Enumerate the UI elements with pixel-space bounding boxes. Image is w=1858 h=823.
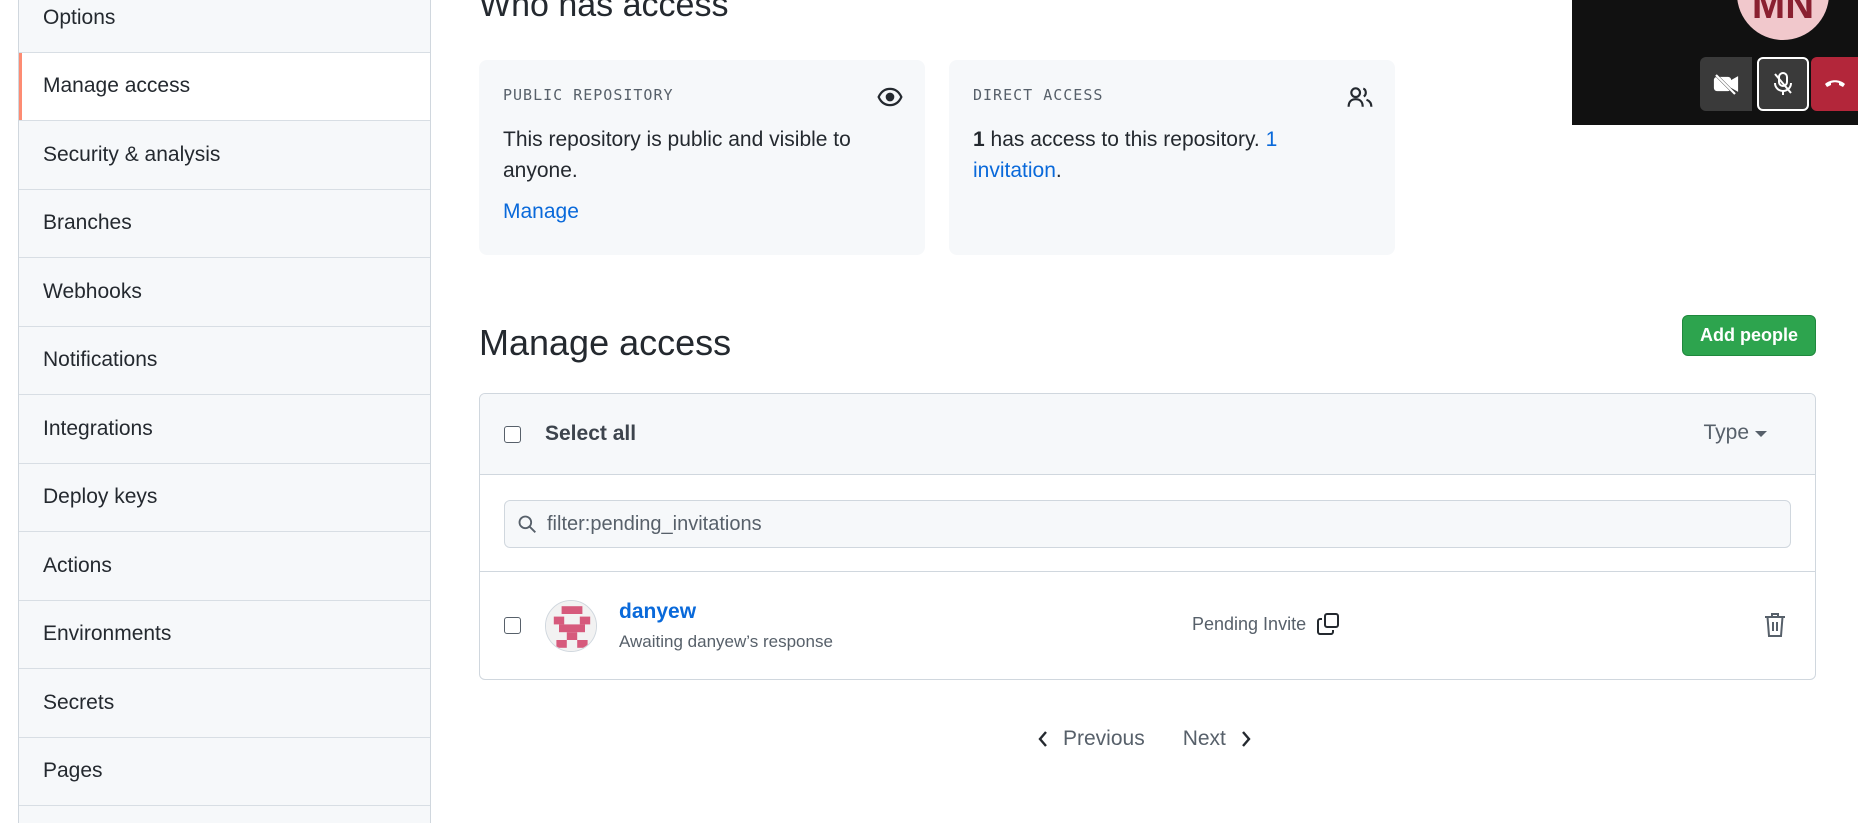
sidebar-item-label: Environments (43, 622, 172, 646)
sidebar-item-label: Webhooks (43, 279, 142, 303)
sidebar-item-label: Deploy keys (43, 485, 158, 509)
public-repository-text: This repository is public and visible to… (503, 128, 851, 182)
pagination: Previous Next (1037, 727, 1252, 751)
hang-up-button[interactable] (1811, 57, 1858, 111)
member-row: danyew Awaiting danyew’s response Pendin… (480, 572, 1815, 679)
sidebar-item-pages[interactable]: Pages (19, 737, 430, 806)
sidebar-item-label: Integrations (43, 416, 153, 440)
chevron-right-icon (1241, 731, 1251, 747)
phone-hangup-icon (1824, 80, 1845, 87)
access-list: Select all Type filter:pending_invitatio… (479, 393, 1816, 680)
direct-access-heading: DIRECT ACCESS (973, 86, 1104, 104)
pending-invite: Pending Invite (1192, 612, 1340, 636)
sidebar-item-label: Pages (43, 759, 103, 783)
member-name-link[interactable]: danyew (619, 600, 696, 624)
filter-field[interactable] (504, 500, 1791, 548)
avatar (545, 600, 597, 652)
sidebar-item-label: Secrets (43, 690, 115, 714)
direct-access-text: 1 has access to this repository. 1 invit… (973, 124, 1371, 186)
filter-input[interactable] (547, 512, 1747, 536)
access-count: 1 (973, 128, 985, 151)
call-participant-avatar: MN (1737, 0, 1829, 40)
select-all-checkbox[interactable] (504, 425, 521, 443)
search-icon (518, 515, 536, 533)
manage-visibility-link[interactable]: Manage (503, 200, 901, 224)
direct-access-card: DIRECT ACCESS 1 has access to this repos… (949, 60, 1395, 255)
eye-icon (877, 87, 903, 107)
caret-down-icon (1755, 431, 1767, 437)
sidebar-item-branches[interactable]: Branches (19, 189, 430, 258)
settings-sidebar: Options Manage access Security & analysi… (18, 0, 431, 823)
next-page-button[interactable]: Next (1183, 727, 1252, 751)
copy-icon[interactable] (1316, 612, 1340, 636)
trash-icon[interactable] (1763, 612, 1787, 638)
filter-row (480, 475, 1815, 572)
camera-off-button[interactable] (1700, 57, 1752, 111)
sidebar-item-label: Actions (43, 553, 112, 577)
sidebar-item-integrations[interactable]: Integrations (19, 395, 430, 464)
people-icon (1347, 87, 1373, 107)
direct-access-trailing: . (1055, 159, 1062, 182)
sidebar-item-options[interactable]: Options (19, 0, 430, 53)
type-dropdown[interactable]: Type (1703, 421, 1767, 445)
who-has-access-title: Who has access (479, 0, 729, 24)
chevron-left-icon (1038, 731, 1047, 747)
page: Options Manage access Security & analysi… (0, 0, 1858, 823)
sidebar-item-label: Security & analysis (43, 142, 221, 166)
sidebar-item-actions[interactable]: Actions (19, 532, 430, 601)
sidebar-item-label: Manage access (43, 74, 191, 98)
public-repository-heading: PUBLIC REPOSITORY (503, 86, 674, 104)
type-dropdown-label: Type (1703, 421, 1749, 444)
pending-invite-label: Pending Invite (1192, 613, 1307, 634)
identicon-icon (546, 601, 596, 651)
sidebar-item-environments[interactable]: Environments (19, 600, 430, 669)
sidebar-item-secrets[interactable]: Secrets (19, 669, 430, 738)
manage-access-title: Manage access (479, 322, 732, 363)
sidebar-item-security-analysis[interactable]: Security & analysis (19, 121, 430, 190)
sidebar-item-label: Options (43, 5, 116, 29)
direct-access-body: has access to this repository. (984, 128, 1266, 151)
public-repository-card: PUBLIC REPOSITORY This repository is pub… (479, 60, 925, 255)
sidebar-item-label: Notifications (43, 348, 158, 372)
next-label: Next (1182, 727, 1226, 750)
mute-toggle-button[interactable] (1757, 57, 1809, 111)
select-all-label: Select all (545, 422, 637, 445)
access-list-header: Select all Type (480, 394, 1815, 475)
previous-label: Previous (1063, 727, 1145, 750)
sidebar-item-notifications[interactable]: Notifications (19, 326, 430, 395)
video-call-overlay: MN (1572, 0, 1858, 125)
add-people-button[interactable]: Add people (1682, 315, 1816, 356)
member-checkbox[interactable] (504, 617, 521, 634)
sidebar-item-manage-access[interactable]: Manage access (19, 52, 430, 121)
member-subtitle: Awaiting danyew’s response (619, 632, 833, 651)
sidebar-item-deploy-keys[interactable]: Deploy keys (19, 463, 430, 532)
previous-page-button[interactable]: Previous (1037, 727, 1145, 751)
sidebar-item-label: Branches (43, 211, 132, 235)
mic-off-icon (1774, 72, 1792, 95)
video-off-icon (1713, 73, 1739, 95)
sidebar-item-webhooks[interactable]: Webhooks (19, 258, 430, 327)
